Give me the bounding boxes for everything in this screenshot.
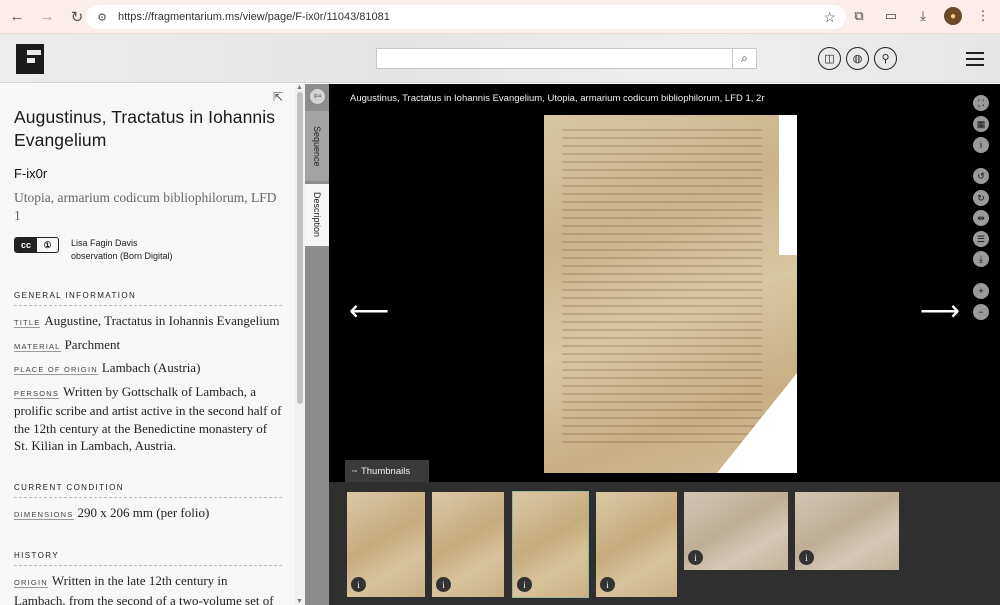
thumbnail[interactable]: i: [432, 492, 504, 597]
search-icon[interactable]: ⌕: [732, 49, 756, 68]
extensions-icon[interactable]: ⧉: [848, 5, 870, 27]
panel-scrollbar[interactable]: ▲ ▼: [295, 84, 305, 605]
info-icon[interactable]: i: [688, 550, 703, 565]
fragmentarium-logo[interactable]: [16, 44, 44, 74]
hamburger-menu-icon[interactable]: [966, 52, 984, 66]
field-persons: PERSONS Written by Gottschalk of Lambach,…: [14, 383, 282, 453]
download-icon[interactable]: ⤓: [912, 5, 934, 27]
profile-avatar[interactable]: ●: [944, 7, 962, 25]
grid-view-icon[interactable]: ▦: [973, 116, 989, 132]
map-pin-icon[interactable]: ⚲: [874, 47, 897, 70]
url-text: https://fragmentarium.ms/view/page/F-ix0…: [118, 11, 390, 23]
scrollbar-thumb[interactable]: [297, 92, 303, 404]
flip-icon[interactable]: ⇹: [973, 210, 989, 226]
rotate-right-icon[interactable]: ↻: [973, 190, 989, 206]
field-origin: ORIGIN Written in the late 12th century i…: [14, 573, 274, 605]
tab-sequence[interactable]: Sequence: [305, 111, 329, 181]
image-viewer[interactable]: Augustinus, Tractatus in Iohannis Evange…: [329, 84, 1000, 605]
section-general-information: GENERAL INFORMATION: [14, 291, 282, 306]
browser-menu-icon[interactable]: ⋮: [972, 5, 994, 27]
info-icon[interactable]: i: [351, 577, 366, 592]
globe-icon[interactable]: ◍: [846, 47, 869, 70]
thumbnail[interactable]: i: [596, 492, 677, 597]
thumbnail[interactable]: i: [684, 492, 788, 570]
forward-icon[interactable]: →: [34, 4, 60, 30]
section-history: HISTORY: [14, 551, 282, 566]
sidebar-icon[interactable]: ▭: [880, 5, 902, 27]
thumbnails-icon: ▫▫: [352, 467, 357, 475]
field-material: MATERIAL Parchment: [14, 336, 121, 352]
scroll-down-icon[interactable]: ▼: [296, 598, 303, 605]
license-author: Lisa Fagin Davis: [71, 238, 138, 248]
previous-page-arrow-icon[interactable]: ⟵: [349, 294, 389, 327]
tab-description[interactable]: Description: [305, 184, 329, 246]
cc-license-badge[interactable]: cc ①: [14, 237, 59, 253]
info-icon[interactable]: i: [799, 550, 814, 565]
zoom-out-icon[interactable]: −: [973, 304, 989, 320]
info-icon[interactable]: i: [436, 577, 451, 592]
bookmark-star-icon[interactable]: ☆: [823, 9, 836, 26]
search-input[interactable]: ⌕: [376, 48, 757, 69]
field-dimensions: DIMENSIONS 290 x 206 mm (per folio): [14, 504, 210, 520]
thumbnail-selected[interactable]: i: [512, 491, 589, 598]
side-tab-bar: ⇦ Sequence Description: [305, 84, 329, 605]
info-icon[interactable]: i: [517, 577, 532, 592]
field-title: TITLE Augustine, Tractatus in Iohannis Ev…: [14, 313, 280, 328]
thumbnails-tab[interactable]: ▫▫ Thumbnails: [345, 460, 429, 482]
info-icon[interactable]: i: [600, 577, 615, 592]
thumbnail[interactable]: i: [347, 492, 425, 597]
shelfmark: F-ix0r: [14, 166, 48, 181]
scroll-up-icon[interactable]: ▲: [296, 84, 303, 91]
section-current-condition: CURRENT CONDITION: [14, 483, 282, 498]
license-type: observation (Born Digital): [71, 251, 173, 261]
repository: Utopia, armarium codicum bibliophilorum,…: [14, 190, 277, 223]
field-place-of-origin: PLACE OF ORIGIN Lambach (Austria): [14, 360, 201, 375]
fullscreen-icon[interactable]: ⛶: [973, 95, 989, 111]
adjust-icon[interactable]: ☰: [973, 231, 989, 247]
next-page-arrow-icon[interactable]: ⟶: [920, 294, 960, 327]
manuscript-page-image[interactable]: [544, 115, 797, 473]
viewer-caption: Augustinus, Tractatus in Iohannis Evange…: [350, 93, 765, 104]
description-panel: ⇱ Augustinus, Tractatus in Iohannis Evan…: [0, 84, 305, 605]
browser-toolbar: ← → ↻ ⚙ https://fragmentarium.ms/view/pa…: [0, 0, 1000, 34]
back-icon[interactable]: ←: [4, 4, 30, 30]
site-header: ⌕ ◫ ◍ ⚲: [0, 34, 1000, 83]
download-image-icon[interactable]: ⤓: [973, 251, 989, 267]
thumbnail[interactable]: i: [795, 492, 899, 570]
address-bar[interactable]: ⚙ https://fragmentarium.ms/view/page/F-i…: [86, 5, 846, 29]
compare-icon[interactable]: ◫: [818, 47, 841, 70]
page-title: Augustinus, Tractatus in Iohannis Evange…: [14, 107, 276, 150]
zoom-in-icon[interactable]: +: [973, 283, 989, 299]
site-info-icon[interactable]: ⚙: [94, 9, 110, 25]
rotate-left-icon[interactable]: ↺: [973, 168, 989, 184]
thumbnails-strip: i i i i i i: [329, 482, 1000, 605]
license-block: cc ① Lisa Fagin Davis observation (Born …: [14, 237, 282, 263]
info-icon[interactable]: i: [973, 137, 989, 153]
collapse-panel-icon[interactable]: ⇦: [310, 89, 325, 104]
